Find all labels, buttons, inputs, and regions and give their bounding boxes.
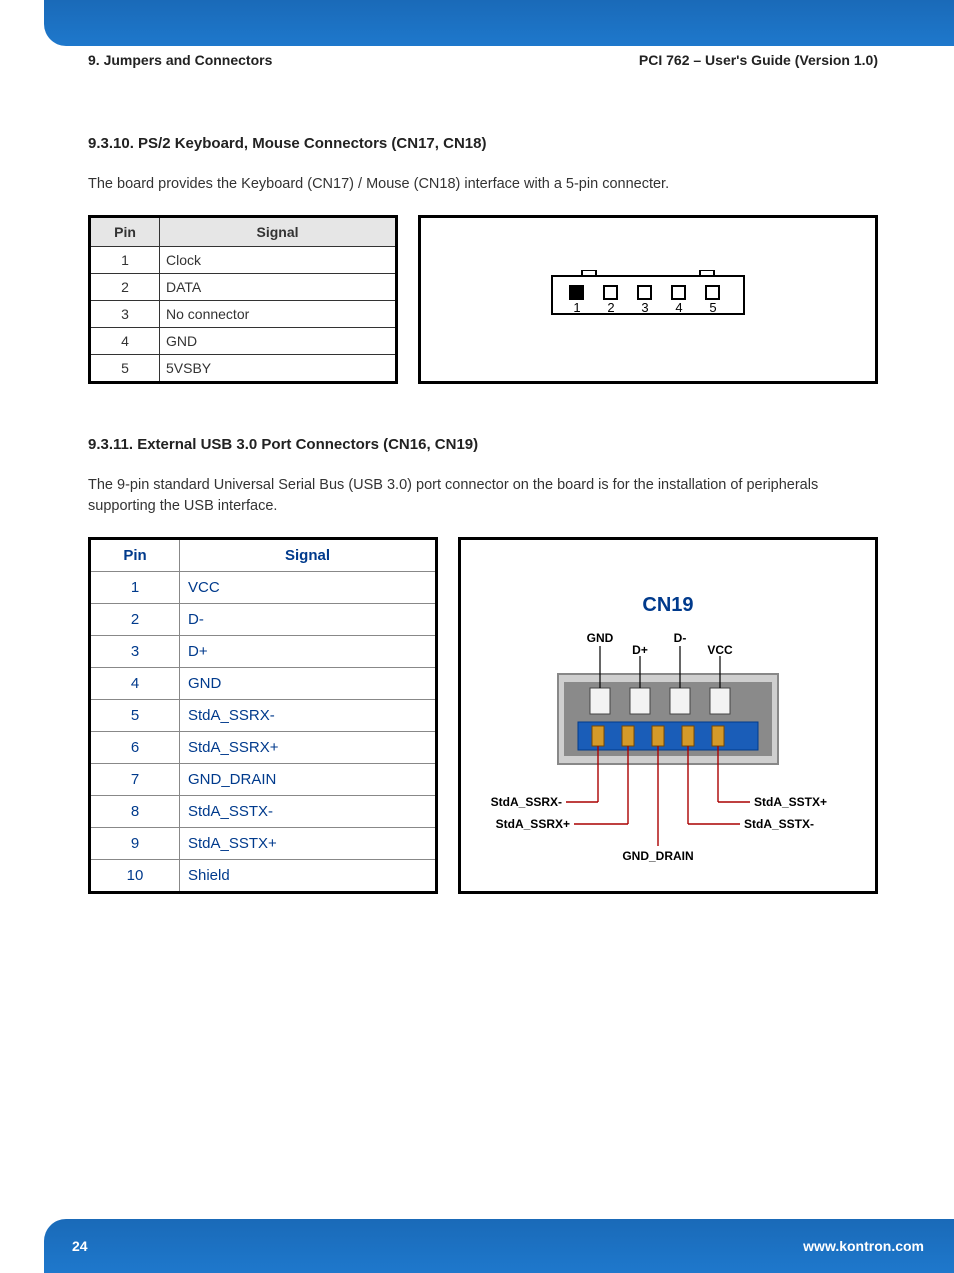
svg-text:D-: D-: [674, 631, 687, 645]
svg-text:3: 3: [641, 300, 648, 315]
ps2-connector-diagram: 1 2 3 4 5: [548, 270, 748, 330]
pin-cell: 2: [90, 604, 180, 636]
svg-text:VCC: VCC: [707, 643, 733, 657]
section-1-row: Pin Signal 1Clock2DATA3No connector4GND5…: [88, 215, 878, 384]
page-footer: 24 www.kontron.com: [44, 1219, 954, 1273]
svg-text:2: 2: [607, 300, 614, 315]
header-right: PCI 762 – User's Guide (Version 1.0): [639, 52, 878, 68]
top-accent-bar: [44, 0, 954, 46]
pin-cell: 3: [90, 301, 160, 328]
signal-cell: VCC: [180, 572, 437, 604]
th-pin: Pin: [90, 217, 160, 247]
pin-cell: 2: [90, 274, 160, 301]
table-row: 4GND: [90, 328, 397, 355]
svg-text:StdA_SSRX-: StdA_SSRX-: [491, 795, 562, 809]
section-2-row: Pin Signal 1VCC2D-3D+4GND5StdA_SSRX-6Std…: [88, 537, 878, 894]
signal-cell: DATA: [160, 274, 397, 301]
pin-cell: 4: [90, 328, 160, 355]
pin-cell: 1: [90, 572, 180, 604]
signal-cell: No connector: [160, 301, 397, 328]
signal-cell: D+: [180, 636, 437, 668]
pin-cell: 10: [90, 860, 180, 893]
table-row: 1Clock: [90, 247, 397, 274]
pin-cell: 3: [90, 636, 180, 668]
section-1-title: 9.3.10. PS/2 Keyboard, Mouse Connectors …: [88, 135, 878, 152]
th-signal: Signal: [160, 217, 397, 247]
svg-text:5: 5: [709, 300, 716, 315]
section-2-diagram-wrap: CN19: [458, 537, 878, 894]
table-row: 10Shield: [90, 860, 437, 893]
table-row: 5StdA_SSRX-: [90, 700, 437, 732]
signal-cell: Shield: [180, 860, 437, 893]
table-row: 9StdA_SSTX+: [90, 828, 437, 860]
signal-cell: StdA_SSTX-: [180, 796, 437, 828]
svg-text:StdA_SSRX+: StdA_SSRX+: [496, 817, 570, 831]
svg-text:GND_DRAIN: GND_DRAIN: [622, 849, 693, 863]
usb3-connector-diagram: CN19: [461, 546, 875, 886]
header-left: 9. Jumpers and Connectors: [88, 52, 272, 68]
signal-cell: Clock: [160, 247, 397, 274]
signal-cell: D-: [180, 604, 437, 636]
signal-cell: GND: [180, 668, 437, 700]
th-signal: Signal: [180, 539, 437, 572]
table-row: 2DATA: [90, 274, 397, 301]
table-row: 7GND_DRAIN: [90, 764, 437, 796]
table-row: 8StdA_SSTX-: [90, 796, 437, 828]
svg-text:1: 1: [573, 300, 580, 315]
pin-cell: 6: [90, 732, 180, 764]
signal-cell: GND: [160, 328, 397, 355]
svg-text:4: 4: [675, 300, 682, 315]
section-2-table-wrap: Pin Signal 1VCC2D-3D+4GND5StdA_SSRX-6Std…: [88, 537, 438, 894]
pin-cell: 5: [90, 700, 180, 732]
table-row: 2D-: [90, 604, 437, 636]
table-row: 4GND: [90, 668, 437, 700]
ps2-pin-table: Pin Signal 1Clock2DATA3No connector4GND5…: [88, 215, 398, 384]
table-row: 3D+: [90, 636, 437, 668]
page-header: 9. Jumpers and Connectors PCI 762 – User…: [88, 52, 878, 68]
pin-cell: 5: [90, 355, 160, 383]
svg-text:StdA_SSTX-: StdA_SSTX-: [744, 817, 814, 831]
svg-text:GND: GND: [587, 631, 614, 645]
footer-url: www.kontron.com: [803, 1238, 924, 1254]
pin-cell: 9: [90, 828, 180, 860]
section-1-diagram-wrap: 1 2 3 4 5: [418, 215, 878, 384]
signal-cell: StdA_SSTX+: [180, 828, 437, 860]
section-2-title: 9.3.11. External USB 3.0 Port Connectors…: [88, 436, 878, 453]
signal-cell: StdA_SSRX-: [180, 700, 437, 732]
signal-cell: StdA_SSRX+: [180, 732, 437, 764]
section-1-intro: The board provides the Keyboard (CN17) /…: [88, 174, 878, 195]
page-number: 24: [72, 1238, 88, 1254]
th-pin: Pin: [90, 539, 180, 572]
section-1-table-wrap: Pin Signal 1Clock2DATA3No connector4GND5…: [88, 215, 398, 384]
pin-cell: 1: [90, 247, 160, 274]
usb3-pin-table: Pin Signal 1VCC2D-3D+4GND5StdA_SSRX-6Std…: [88, 537, 438, 894]
svg-text:D+: D+: [632, 643, 648, 657]
pin-cell: 7: [90, 764, 180, 796]
section-2-intro: The 9-pin standard Universal Serial Bus …: [88, 475, 878, 517]
table-row: 6StdA_SSRX+: [90, 732, 437, 764]
usb3-dia-title: CN19: [461, 594, 875, 617]
signal-cell: GND_DRAIN: [180, 764, 437, 796]
pin-cell: 4: [90, 668, 180, 700]
page-content: 9.3.10. PS/2 Keyboard, Mouse Connectors …: [88, 135, 878, 946]
signal-cell: 5VSBY: [160, 355, 397, 383]
table-row: 55VSBY: [90, 355, 397, 383]
table-row: 1VCC: [90, 572, 437, 604]
table-row: 3No connector: [90, 301, 397, 328]
svg-text:StdA_SSTX+: StdA_SSTX+: [754, 795, 827, 809]
pin-cell: 8: [90, 796, 180, 828]
